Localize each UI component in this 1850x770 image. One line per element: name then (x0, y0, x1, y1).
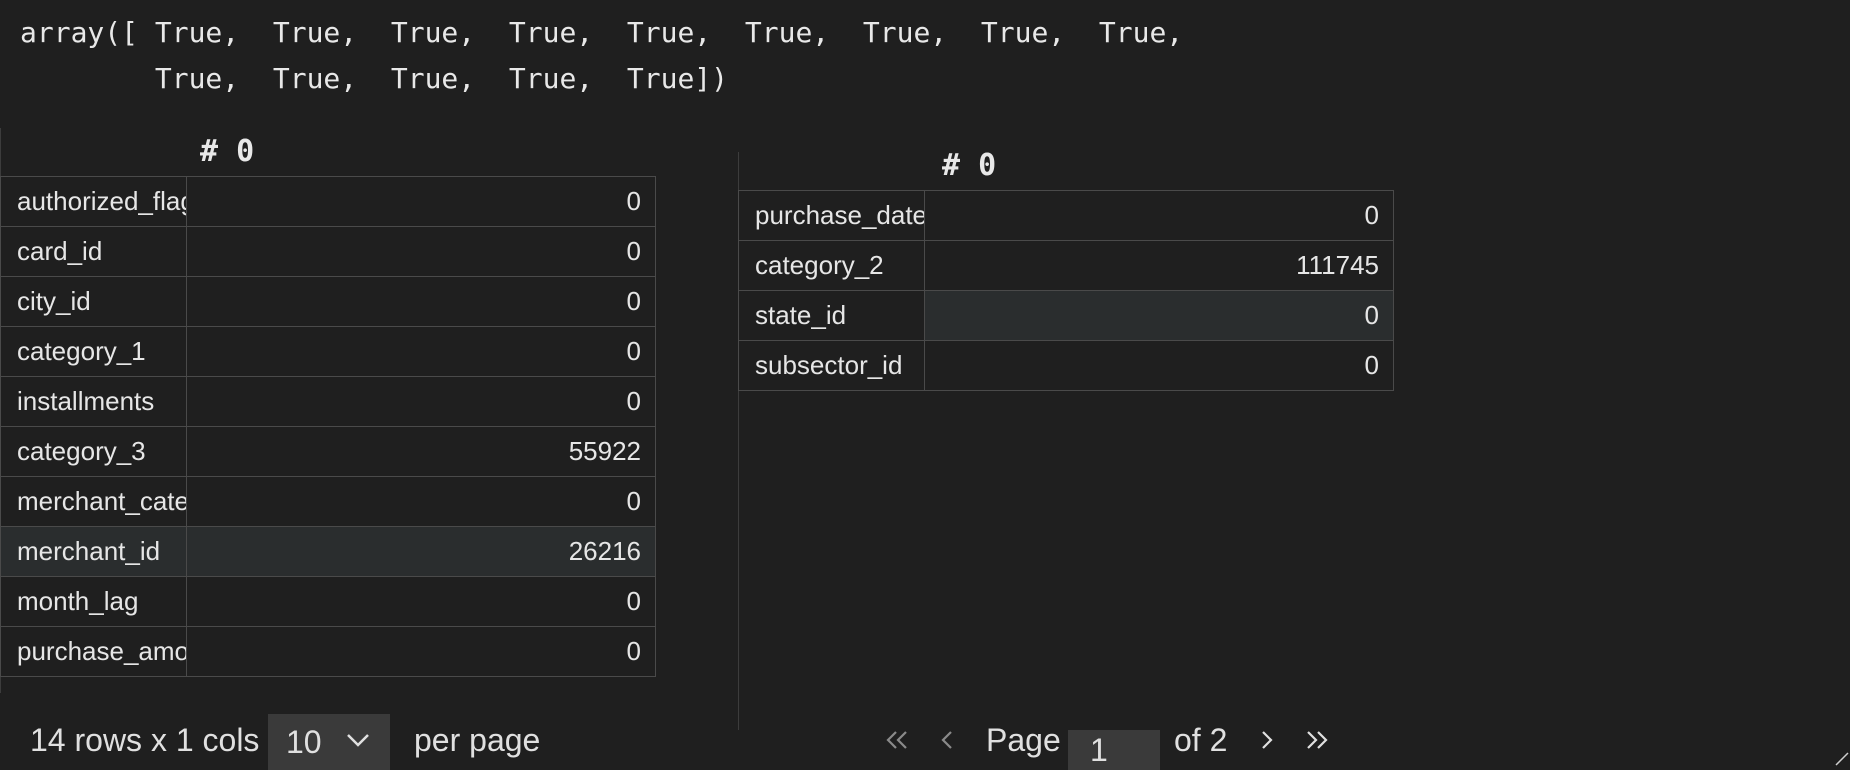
table-row[interactable]: merchant_category_id0 (0, 476, 656, 527)
cell-value[interactable]: 0 (186, 476, 656, 527)
row-index: category_3 (0, 426, 187, 477)
cell-value[interactable]: 0 (186, 576, 656, 627)
table-row[interactable]: category_1 0 (0, 326, 656, 377)
table-row[interactable]: installments 0 (0, 376, 656, 427)
cell-value[interactable]: 0 (186, 226, 656, 277)
table-row[interactable]: month_lag 0 (0, 576, 656, 627)
row-index: authorized_flag (0, 176, 187, 227)
cell-value[interactable]: 0 (186, 176, 656, 227)
row-index: state_id (738, 290, 925, 341)
page-size-value: 10 (286, 724, 322, 760)
cell-value[interactable]: 0 (186, 326, 656, 377)
row-index: installments (0, 376, 187, 427)
table-row[interactable]: purchase_amount0 (0, 626, 656, 677)
row-index: merchant_category_id (0, 476, 187, 527)
column-header[interactable]: # 0 (0, 128, 656, 176)
page-number-input[interactable] (1068, 730, 1160, 770)
table-row[interactable]: city_id 0 (0, 276, 656, 327)
dataframe-table-right: # 0 purchase_date 0 category_2 111745 stat… (738, 142, 1394, 391)
per-page-label: per page (414, 722, 541, 758)
table-row[interactable]: card_id 0 (0, 226, 656, 277)
chevron-down-icon (347, 734, 369, 747)
row-index: month_lag (0, 576, 187, 627)
row-index: purchase_date (738, 190, 925, 241)
array-output-line-1: array([ True, True, True, True, True, Tr… (20, 16, 1184, 49)
cell-value[interactable]: 0 (186, 626, 656, 677)
table-row[interactable]: subsector_id 0 (738, 340, 1394, 391)
cell-value[interactable]: 111745 (924, 240, 1394, 291)
array-output: array([ True, True, True, True, True, Tr… (20, 10, 1183, 102)
last-page-icon[interactable] (1304, 726, 1332, 754)
first-page-icon[interactable] (882, 726, 910, 754)
table-row[interactable]: category_2 111745 (738, 240, 1394, 291)
prev-page-icon[interactable] (936, 726, 956, 754)
row-index: merchant_id (0, 526, 187, 577)
row-index: card_id (0, 226, 187, 277)
table-row-highlighted[interactable]: merchant_id 26216 (0, 526, 656, 577)
cell-value[interactable]: 0 (186, 376, 656, 427)
right-table-grid: purchase_date 0 category_2 111745 state_id… (738, 190, 1394, 391)
column-header[interactable]: # 0 (738, 142, 1394, 190)
row-index: category_1 (0, 326, 187, 377)
array-output-line-2: True, True, True, True, True]) (20, 62, 729, 95)
table-row[interactable]: authorized_flag 0 (0, 176, 656, 227)
cell-value[interactable]: 26216 (186, 526, 656, 577)
cell-value[interactable]: 0 (924, 340, 1394, 391)
cell-value[interactable]: 0 (924, 290, 1394, 341)
page-size-select[interactable]: 10 (268, 714, 390, 770)
resize-handle-icon[interactable] (1834, 751, 1850, 767)
page-count-label: of 2 (1174, 722, 1228, 758)
cell-value[interactable]: 0 (924, 190, 1394, 241)
dataframe-table-left: # 0 authorized_flag 0 card_id 0 city_id 0 c… (0, 128, 656, 677)
cell-value[interactable]: 0 (186, 276, 656, 327)
next-page-icon[interactable] (1258, 726, 1278, 754)
table-row-hovered[interactable]: state_id 0 (738, 290, 1394, 341)
table-row[interactable]: purchase_date 0 (738, 190, 1394, 241)
row-index: subsector_id (738, 340, 925, 391)
cell-value[interactable]: 55922 (186, 426, 656, 477)
table-row[interactable]: category_3 55922 (0, 426, 656, 477)
row-index: category_2 (738, 240, 925, 291)
row-index: city_id (0, 276, 187, 327)
pagination-bar: 14 rows x 1 cols 10 per page Page of 2 (0, 714, 1850, 770)
rows-info: 14 rows x 1 cols (30, 722, 260, 758)
row-index: purchase_amount (0, 626, 187, 677)
left-table-grid: authorized_flag 0 card_id 0 city_id 0 categ… (0, 176, 656, 677)
page-label: Page (986, 722, 1061, 758)
